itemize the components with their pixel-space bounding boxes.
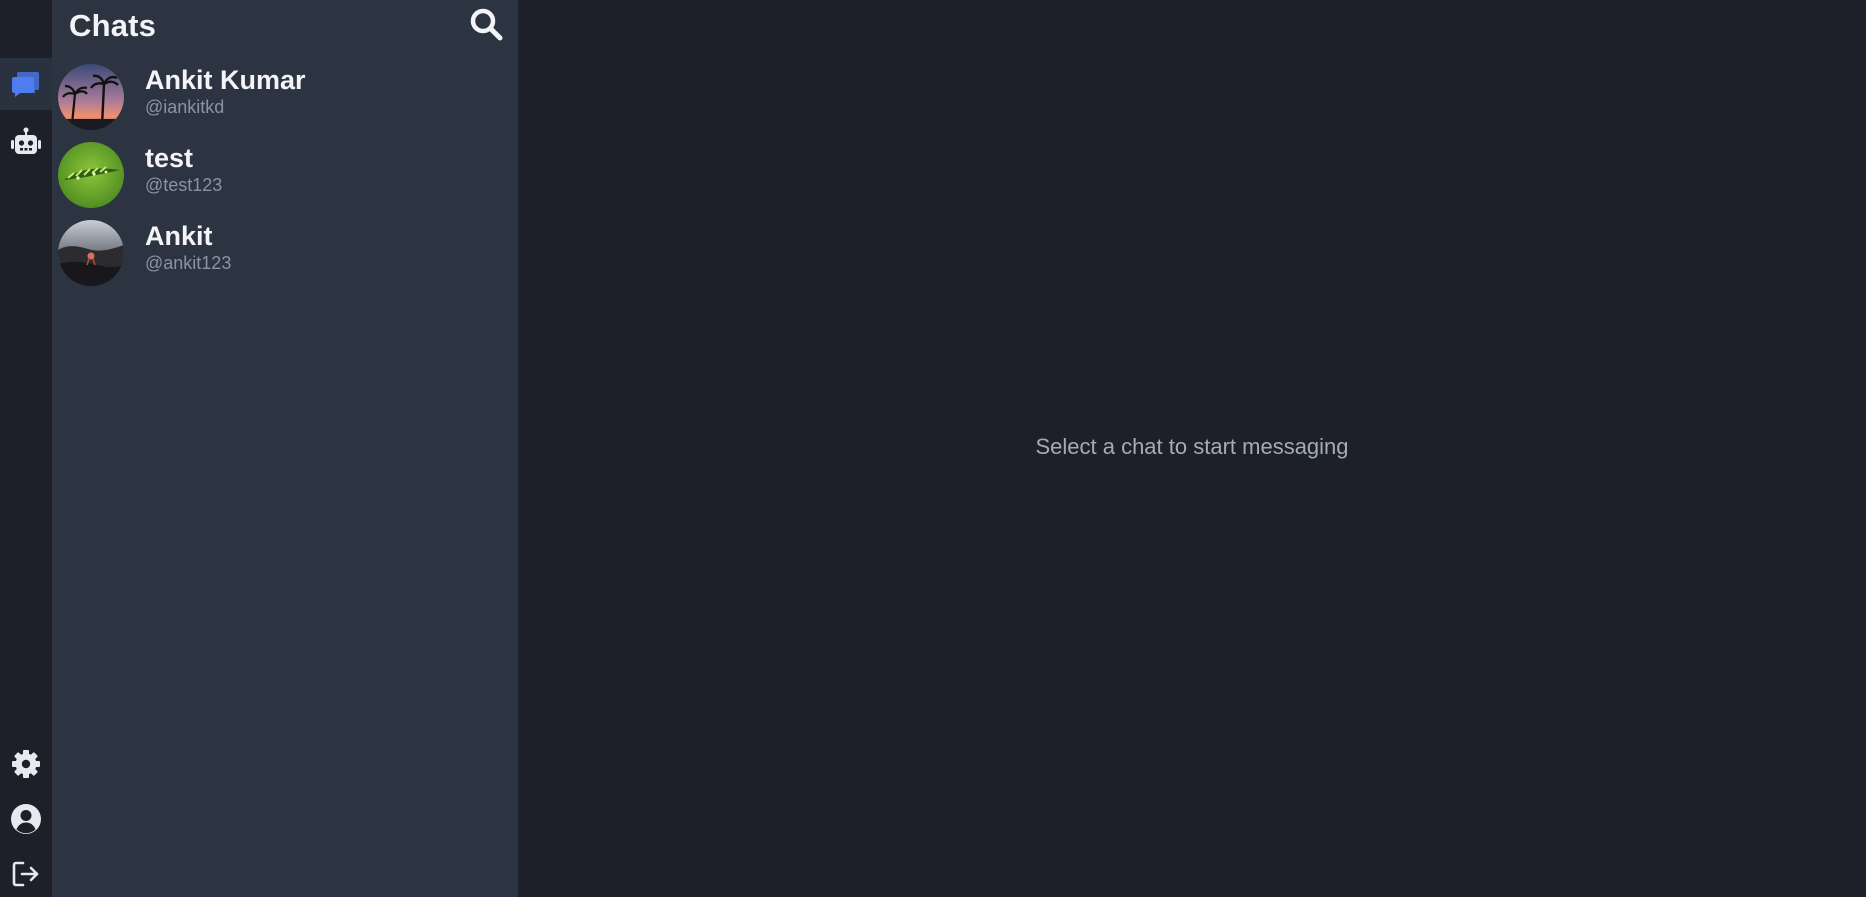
- list-item[interactable]: Ankit Kumar @iankitkd: [52, 54, 518, 132]
- chat-list-panel: Chats Ankit Kumar @iankitkd test @test12…: [52, 0, 518, 897]
- logout-icon: [11, 859, 41, 889]
- chat-handle: @ankit123: [145, 253, 232, 273]
- chat-handle: @iankitkd: [145, 97, 225, 117]
- chat-list: Ankit Kumar @iankitkd test @test123 Anki…: [52, 54, 518, 288]
- chat-text: Ankit @ankit123: [145, 220, 231, 274]
- ai-bot-nav-button[interactable]: [0, 116, 52, 168]
- chat-name: Ankit Kumar: [145, 65, 306, 95]
- profile-nav-button[interactable]: [0, 793, 52, 845]
- chat-name: Ankit: [145, 221, 213, 251]
- empty-state-message: Select a chat to start messaging: [1035, 434, 1349, 459]
- list-item[interactable]: Ankit @ankit123: [52, 210, 518, 288]
- logout-nav-button[interactable]: [0, 848, 52, 897]
- chats-nav-button[interactable]: [0, 58, 52, 110]
- search-button[interactable]: [468, 8, 504, 44]
- avatar: [58, 220, 124, 286]
- robot-icon: [10, 127, 42, 157]
- chat-panel-header: Chats: [52, 0, 518, 54]
- chat-app: Chats Ankit Kumar @iankitkd test @test12…: [0, 0, 1866, 897]
- settings-nav-button[interactable]: [0, 738, 52, 790]
- avatar: [58, 142, 124, 208]
- icon-rail: [0, 0, 52, 897]
- chat-text: test @test123: [145, 142, 222, 196]
- gear-icon: [11, 749, 41, 779]
- chat-name: test: [145, 143, 194, 173]
- chats-icon: [11, 70, 41, 98]
- chat-main-area: Select a chat to start messaging: [518, 0, 1866, 897]
- list-item[interactable]: test @test123: [52, 132, 518, 210]
- search-icon: [469, 7, 503, 46]
- user-circle-icon: [10, 803, 42, 835]
- chat-text: Ankit Kumar @iankitkd: [145, 64, 306, 118]
- avatar: [58, 64, 124, 130]
- chat-handle: @test123: [145, 175, 223, 195]
- panel-title: Chats: [69, 8, 157, 43]
